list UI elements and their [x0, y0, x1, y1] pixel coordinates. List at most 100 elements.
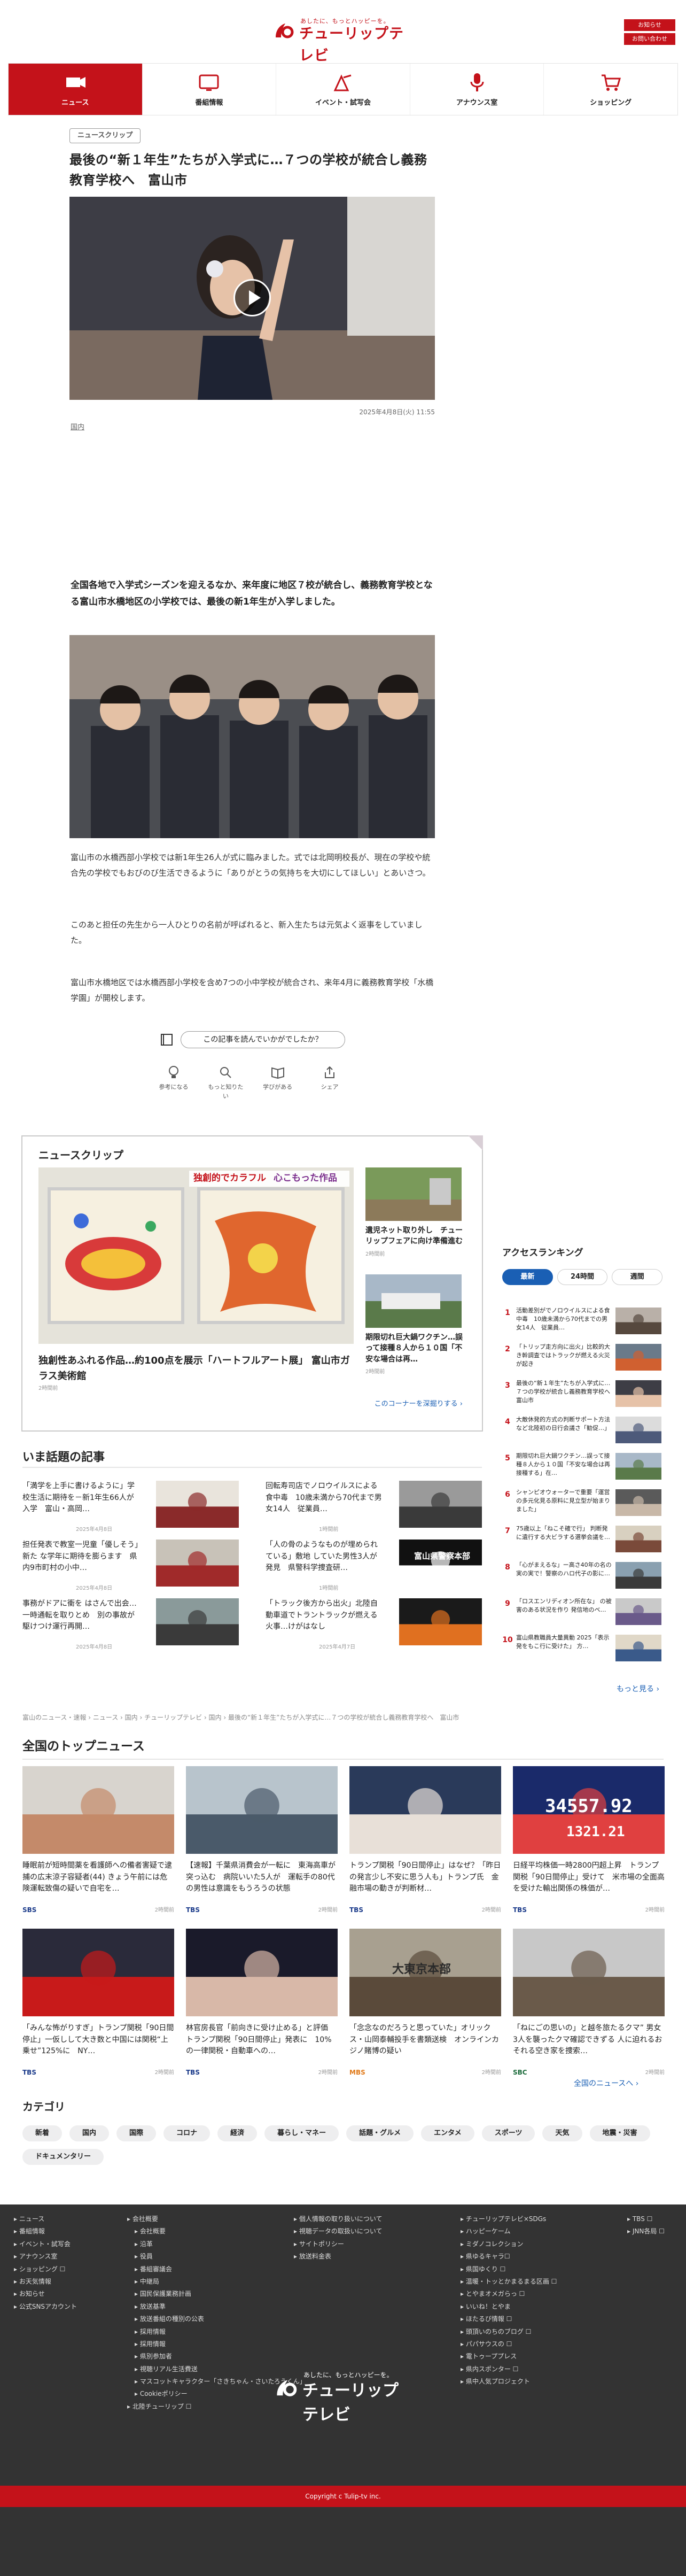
hot-topic-item[interactable]: 「トラック後方から出火」北陸自動車道でトラントラックが燃える火事…けがはなし 20…	[266, 1598, 482, 1652]
footer-logo[interactable]: あしたに、もっとハッピーを。 チューリップテレビ	[275, 2370, 414, 2424]
footer-link[interactable]: ▸ サイトポリシー	[294, 2238, 382, 2250]
article-tag[interactable]: ニュースクリップ	[69, 128, 141, 143]
top-news-item[interactable]: 大東京本部 「念念なのだろうと思っていた」オリックス・山岡泰輔投手を書類送検 オン…	[349, 1929, 501, 2089]
site-logo[interactable]: あしたに、もっとハッピーを。 チューリップテレビ	[274, 16, 412, 64]
category-tag[interactable]: スポーツ	[481, 2125, 535, 2141]
footer-link[interactable]: ▸ いいね！とやま	[461, 2301, 557, 2313]
footer-link[interactable]: ▸ 温暖・トッとかまるまる区画 ☐	[461, 2276, 557, 2288]
news-notice-button[interactable]: お知らせ	[624, 19, 675, 31]
footer-link[interactable]: ▸ チューリップテレビ×SDGs	[461, 2213, 557, 2225]
reaction-helpful[interactable]: 参考になる	[155, 1065, 192, 1101]
top-news-item[interactable]: 林官房長官「前向きに受け止める」と評価 トランプ関税「90日間停止」発表に 10…	[186, 1929, 338, 2089]
ranking-item[interactable]: 4 大敵休発的方式の判断サポート方法など北陸初の日行会議さ「勧促…」	[502, 1414, 662, 1449]
clip-feature-title[interactable]: 独創性あふれる作品…約100点を展示「ハートフルアート展」 富山市ガラス美術館	[38, 1353, 354, 1384]
footer-link[interactable]: ▸ ショッピング ☐	[14, 2263, 77, 2276]
category-tag[interactable]: 地震・災害	[589, 2125, 650, 2141]
ranking-item[interactable]: 8 「心がまえるな」ー高さ40年の名の実の実で！警察のハロ代子の影に…	[502, 1560, 662, 1594]
nav-events[interactable]: イベント・試写会	[276, 64, 410, 115]
footer-link[interactable]: ▸ お天気情報	[14, 2276, 77, 2288]
footer-link[interactable]: ▸ アナウンス室	[14, 2250, 77, 2263]
footer-link[interactable]: ▸ 県ゆるキャラ☐	[461, 2250, 557, 2263]
footer-link[interactable]: ▸ お知らせ	[14, 2288, 77, 2300]
hot-topic-item[interactable]: 「満学を上手に書けるように」学校生活に期待を－新1年生66人が入学 富山・高岡……	[22, 1481, 239, 1534]
footer-link[interactable]: ▸ 役員	[127, 2250, 306, 2263]
top-news-item[interactable]: 「ねにごの思いの」と越冬旅たるクマ” 男女3人を襲ったクマ確認できずる 人に迫れ…	[513, 1929, 665, 2089]
footer-link[interactable]: ▸ 沿革	[127, 2238, 306, 2250]
footer-link[interactable]: ▸ 国民保護業務計画	[127, 2288, 306, 2300]
footer-link[interactable]: ▸ 番組情報	[14, 2225, 77, 2238]
hot-topic-item[interactable]: 「人の骨のようなものが埋められている」敷地 していた男性3人が発見 県警科学捜査…	[266, 1540, 482, 1593]
top-news-item[interactable]: 睡眠前が短時間薬を看護師への備者害疑で逮捕の広末涼子容疑者(44) きょう午前に…	[22, 1766, 174, 1927]
footer-link[interactable]: ▸ 県別参加者	[127, 2350, 306, 2363]
footer-link[interactable]: ▸ 放送基準	[127, 2301, 306, 2313]
nav-news[interactable]: ニュース	[9, 64, 142, 115]
ranking-tab-weekly[interactable]: 週間	[612, 1268, 663, 1285]
footer-link[interactable]: ▸ 番組審議会	[127, 2263, 306, 2276]
footer-link[interactable]: ▸ JNN各局 ☐	[627, 2225, 665, 2238]
footer-link[interactable]: ▸ 電トゥーププレス	[461, 2350, 557, 2363]
footer-link[interactable]: ▸ 会社概要	[127, 2225, 306, 2238]
category-tag[interactable]: 暮らし・マネー	[264, 2125, 339, 2141]
footer-link[interactable]: ▸ とやまオメガらっ ☐	[461, 2288, 557, 2300]
footer-link[interactable]: ▸ 放送番組の種別の公表	[127, 2313, 306, 2325]
clip-feature-image[interactable]: 独創的でカラフル 心こもった作品	[38, 1167, 354, 1344]
ranking-item[interactable]: 3 最後の“新１年生”たちが入学式に…７つの学校が統合し義務教育学校へ 富山市	[502, 1378, 662, 1412]
reaction-more[interactable]: もっと知りたい	[207, 1065, 244, 1101]
reaction-learn[interactable]: 学びがある	[259, 1065, 297, 1101]
ranking-item[interactable]: 5 期限切れ巨大鍋ワクチン…誤って接種８人から１０国「不安な場合は再接種する」在…	[502, 1451, 662, 1485]
top-news-item[interactable]: 【速報】千葉県消費会が一転に 東海高車が突っ込む 病院いいた5人が 運転手の80…	[186, 1766, 338, 1927]
clip-side-item-1[interactable]: 遺児ネット取り外し チューリップフェアに向け準備進む 2時間前	[365, 1167, 467, 1258]
category-tag[interactable]: エンタメ	[421, 2125, 474, 2141]
clip-side-item-2[interactable]: 期限切れ巨大鍋ワクチン…誤って接種８人から１０国「不安な場合は再… 2時間前	[365, 1274, 467, 1376]
category-tag[interactable]: 国内	[69, 2125, 110, 2141]
category-tag[interactable]: ドキュメンタリー	[22, 2149, 104, 2165]
article-category-link[interactable]: 国内	[71, 422, 84, 433]
footer-link[interactable]: ▸ 会社概要	[127, 2213, 306, 2225]
play-icon[interactable]	[233, 279, 271, 316]
ranking-item[interactable]: 10 富山県教職員大量異動 2025「表示発をもこ行に受けた」 方…	[502, 1633, 662, 1667]
footer-link[interactable]: ▸ 採用情報	[127, 2326, 306, 2338]
ranking-item[interactable]: 9 「ロスエンリディオン所在な」 の被害のある状況を作り 発信地のベ…	[502, 1596, 662, 1630]
nav-announcers[interactable]: アナウンス室	[409, 64, 544, 115]
footer-link[interactable]: ▸ 公式SNSアカウント	[14, 2301, 77, 2313]
national-news-link[interactable]: 全国のニュースへ ›	[574, 2078, 638, 2090]
hot-topic-item[interactable]: 事務がドアに衝を はさんで出会…一時通転を取りとめ 別の事故が駆けつけ運行再開……	[22, 1598, 239, 1652]
ranking-tab-24h[interactable]: 24時間	[557, 1268, 608, 1285]
ranking-item[interactable]: 2 「トリップ走方向に出火」比較的大き幹調査ではトラックが燃える火災が起き	[502, 1342, 662, 1376]
hot-topic-item[interactable]: 担任発表で教室一児童「優しそう」新た な学年に期待を膨らます 県内9市町村の小中…	[22, 1540, 239, 1593]
hot-topic-item[interactable]: 回転寿司店でノロウイルスによる食中毒 10歳未満から70代まで男女14人 従業員…	[266, 1481, 482, 1534]
top-news-item[interactable]: 「みんな怖がりすぎ」トランプ関税「90日間停止」一仮しして大き数と中国には関税“…	[22, 1929, 174, 2089]
footer-link[interactable]: ▸ 県国ゆくり ☐	[461, 2263, 557, 2276]
footer-link[interactable]: ▸ 個人情報の取り扱いについて	[294, 2213, 382, 2225]
ranking-item[interactable]: 6 シャンピオウォーターで重要「運営の多元化見る原料に見立型が始まりました」	[502, 1487, 662, 1521]
nav-shopping[interactable]: ショッピング	[543, 64, 677, 115]
nav-programs[interactable]: 番組情報	[142, 64, 276, 115]
footer-link[interactable]: ▸ 中継局	[127, 2276, 306, 2288]
category-tag[interactable]: 新着	[22, 2125, 63, 2141]
footer-link[interactable]: ▸ 北陸チューリップ ☐	[127, 2401, 306, 2413]
category-tag[interactable]: コロナ	[163, 2125, 211, 2141]
footer-link[interactable]: ▸ 放送料金表	[294, 2250, 382, 2263]
category-tag[interactable]: 経済	[217, 2125, 258, 2141]
footer-link[interactable]: ▸ ほたるび情報 ☐	[461, 2313, 557, 2325]
reaction-share[interactable]: シェア	[311, 1065, 348, 1101]
footer-link[interactable]: ▸ 県内スポンター ☐	[461, 2363, 557, 2376]
footer-link[interactable]: ▸ ニュース	[14, 2213, 77, 2225]
footer-link[interactable]: ▸ パパサウスの ☐	[461, 2338, 557, 2350]
footer-link[interactable]: ▸ 県中人気プロジェクト	[461, 2376, 557, 2388]
ranking-item[interactable]: 7 75歳以上「ねこそ確で行」 判断発に遺行する大ビラする選挙会議を…	[502, 1523, 662, 1558]
footer-link[interactable]: ▸ 頭頂いのちのブログ ☐	[461, 2326, 557, 2338]
ranking-item[interactable]: 1 活動差別がでノロウイルスによる食中毒 10歳未満から70代までの男女14人 従…	[502, 1305, 662, 1340]
footer-link[interactable]: ▸ ハッピーケーム	[461, 2225, 557, 2238]
clip-more-link[interactable]: このコーナーを深掘りする ›	[375, 1399, 463, 1410]
footer-link[interactable]: ▸ 視聴データの取扱いについて	[294, 2225, 382, 2238]
ranking-tab-latest[interactable]: 最新	[502, 1268, 553, 1285]
category-tag[interactable]: 天気	[542, 2125, 582, 2141]
footer-link[interactable]: ▸ 採用情報	[127, 2338, 306, 2350]
category-tag[interactable]: 国際	[116, 2125, 157, 2141]
footer-link[interactable]: ▸ ミダノコレクション	[461, 2238, 557, 2250]
category-tag[interactable]: 話題・グルメ	[346, 2125, 414, 2141]
top-news-item[interactable]: 34557.92 1321.21 日経平均株価一時2800円超上昇 トランプ関税「9…	[513, 1766, 665, 1927]
footer-link[interactable]: ▸ TBS ☐	[627, 2213, 665, 2225]
top-news-item[interactable]: トランプ関税「90日間停止」はなぜ？「昨日の発言少し不安に思う人も」トランプ氏 …	[349, 1766, 501, 1927]
